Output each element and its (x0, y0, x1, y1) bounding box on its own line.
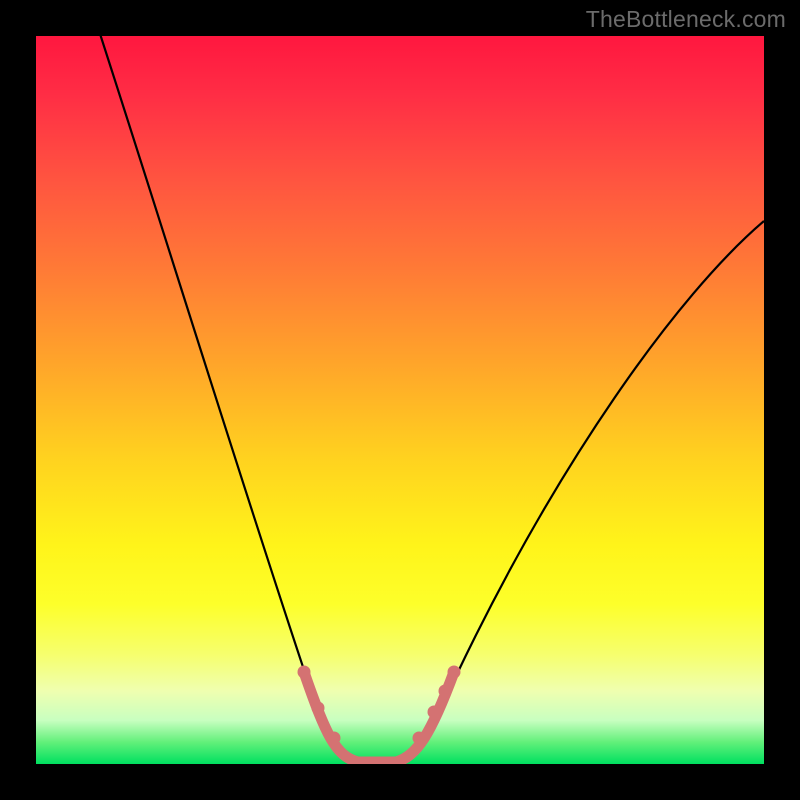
valley-dot-icon (428, 706, 441, 719)
valley-dot-icon (448, 666, 461, 679)
valley-dot-icon (439, 685, 452, 698)
valley-dot-icon (328, 732, 341, 745)
valley-dot-icon (413, 732, 426, 745)
watermark-text: TheBottleneck.com (586, 6, 786, 33)
chart-frame: TheBottleneck.com (0, 0, 800, 800)
valley-dot-icon (312, 702, 325, 715)
plot-area (36, 36, 764, 764)
valley-dot-icon (298, 666, 311, 679)
curve-overlay (36, 36, 764, 764)
bottleneck-curve (91, 36, 764, 762)
